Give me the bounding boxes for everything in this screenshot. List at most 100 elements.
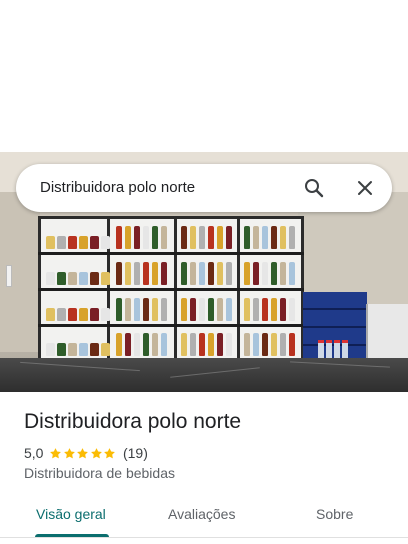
- product-item: [68, 308, 77, 321]
- bottle: [217, 333, 223, 356]
- product-item: [101, 308, 110, 321]
- bottle: [152, 298, 158, 321]
- bottle: [161, 333, 167, 356]
- bottle: [280, 226, 286, 249]
- product-item: [68, 236, 77, 249]
- bottle: [143, 333, 149, 356]
- product-item: [101, 343, 110, 356]
- bottle: [226, 333, 232, 356]
- water-bottle: [318, 340, 324, 360]
- bottle: [226, 298, 232, 321]
- bottle: [190, 298, 196, 321]
- search-bar[interactable]: Distribuidora polo norte: [16, 164, 392, 212]
- bottle: [125, 333, 131, 356]
- shelf-divider: [38, 324, 304, 327]
- bottle: [199, 262, 205, 285]
- product-item: [101, 272, 110, 285]
- bottle: [208, 262, 214, 285]
- bottle: [125, 298, 131, 321]
- product-item: [90, 308, 99, 321]
- bottle: [134, 262, 140, 285]
- search-icon[interactable]: [302, 176, 326, 200]
- bottle: [253, 262, 259, 285]
- product-item: [90, 272, 99, 285]
- bottle: [152, 262, 158, 285]
- bottle: [190, 226, 196, 249]
- water-bottle: [326, 340, 332, 360]
- bottle: [125, 226, 131, 249]
- bottle: [134, 333, 140, 356]
- bottle: [134, 298, 140, 321]
- product-item: [79, 236, 88, 249]
- bottle: [217, 298, 223, 321]
- crate-divider: [303, 326, 367, 328]
- close-icon[interactable]: [353, 176, 377, 200]
- photo-counter: [0, 358, 408, 392]
- bottle: [253, 298, 259, 321]
- product-item: [90, 343, 99, 356]
- bottle: [244, 298, 250, 321]
- tab-bar: Visão geral Avaliações Sobre: [0, 494, 408, 538]
- star-icon: [64, 447, 75, 458]
- tab-about[interactable]: Sobre: [316, 506, 353, 522]
- bottle: [262, 333, 268, 356]
- bottle: [217, 262, 223, 285]
- bottle: [143, 298, 149, 321]
- photo-shelf-unit: [38, 216, 304, 364]
- bottle: [190, 262, 196, 285]
- bottle: [253, 226, 259, 249]
- bottle: [244, 333, 250, 356]
- bottle: [134, 226, 140, 249]
- bottle: [116, 262, 122, 285]
- product-item: [46, 272, 55, 285]
- bottle: [280, 298, 286, 321]
- star-icon: [91, 447, 102, 458]
- water-bottle: [342, 340, 348, 360]
- shelf-divider: [38, 252, 304, 255]
- bottle: [280, 262, 286, 285]
- bottle: [181, 262, 187, 285]
- bottle: [262, 262, 268, 285]
- rating-stars: [49, 447, 117, 460]
- bottle: [161, 298, 167, 321]
- product-item: [46, 308, 55, 321]
- blank-top-area: [0, 0, 408, 152]
- bottle: [143, 226, 149, 249]
- bottle: [116, 298, 122, 321]
- bottle: [143, 262, 149, 285]
- review-count[interactable]: (19): [123, 445, 148, 461]
- tab-overview[interactable]: Visão geral: [36, 506, 106, 522]
- bottle: [152, 333, 158, 356]
- counter-vein: [290, 361, 390, 368]
- product-item: [46, 343, 55, 356]
- bottle: [181, 333, 187, 356]
- crate-divider: [303, 308, 367, 310]
- bottle: [199, 333, 205, 356]
- product-item: [57, 272, 66, 285]
- bottle: [271, 262, 277, 285]
- bottle: [199, 298, 205, 321]
- counter-vein: [20, 361, 140, 372]
- bottle: [271, 298, 277, 321]
- bottle: [208, 333, 214, 356]
- product-item: [90, 236, 99, 249]
- bottle: [226, 262, 232, 285]
- active-tab-indicator: [35, 534, 109, 537]
- bottle: [181, 298, 187, 321]
- search-input[interactable]: Distribuidora polo norte: [40, 179, 195, 196]
- star-icon: [77, 447, 89, 458]
- bottle: [208, 226, 214, 249]
- tab-reviews[interactable]: Avaliações: [168, 506, 235, 522]
- bottle: [125, 262, 131, 285]
- product-item: [57, 308, 66, 321]
- bottle: [116, 226, 122, 249]
- product-item: [57, 343, 66, 356]
- bottle: [199, 226, 205, 249]
- bottle: [152, 226, 158, 249]
- product-item: [46, 236, 55, 249]
- place-category[interactable]: Distribuidora de bebidas: [24, 465, 175, 481]
- rating-value: 5,0: [24, 445, 44, 461]
- bottle: [289, 262, 295, 285]
- rating-row[interactable]: 5,0 (19): [24, 445, 148, 461]
- bottle: [289, 226, 295, 249]
